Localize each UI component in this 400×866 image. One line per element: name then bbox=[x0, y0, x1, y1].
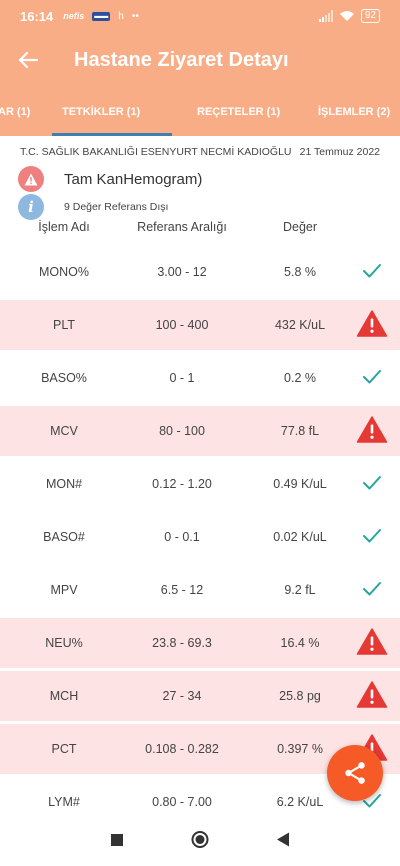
notification-icons: nefis ▬▬ h •• bbox=[63, 11, 139, 22]
row-test-name: PLT bbox=[53, 318, 75, 332]
checkmark-icon bbox=[362, 581, 382, 600]
row-value: 25.8 pg bbox=[279, 689, 321, 703]
row-value: 16.4 % bbox=[280, 636, 320, 650]
table-row[interactable]: MONO% 3.00 - 12 5.8 % bbox=[0, 247, 400, 297]
status-right: 92 bbox=[318, 9, 380, 23]
row-test-name: MON# bbox=[45, 477, 83, 491]
row-test-name: MONO% bbox=[39, 265, 89, 279]
table-header: İşlem Adı Referans Aralığı Değer bbox=[0, 216, 400, 242]
column-name-header: İşlem Adı bbox=[38, 220, 90, 234]
row-test-name: NEU% bbox=[45, 636, 83, 650]
table-row[interactable]: MCH 27 - 34 25.8 pg bbox=[0, 671, 400, 721]
row-reference-range: 100 - 400 bbox=[155, 318, 209, 332]
row-value: 77.8 fL bbox=[280, 424, 320, 438]
tab-indicator bbox=[52, 133, 172, 136]
share-button[interactable] bbox=[327, 745, 383, 801]
table-row[interactable]: PLT 100 - 400 432 K/uL bbox=[0, 300, 400, 350]
checkmark-icon bbox=[362, 475, 382, 494]
h-icon: h bbox=[118, 10, 124, 22]
tab-tetkikler[interactable]: TETKİKLER (1) bbox=[62, 88, 140, 136]
row-test-name: MPV bbox=[50, 583, 78, 597]
row-test-name: BASO# bbox=[43, 530, 85, 544]
tab-islemler[interactable]: İŞLEMLER (2) bbox=[318, 88, 390, 136]
back-button[interactable] bbox=[0, 32, 56, 88]
test-line: Tam KanHemogram) bbox=[18, 166, 202, 192]
tab-label: TETKİKLER (1) bbox=[62, 106, 141, 118]
row-test-name: PCT bbox=[51, 742, 77, 756]
row-reference-range: 23.8 - 69.3 bbox=[152, 636, 212, 650]
table-row[interactable]: BASO% 0 - 1 0.2 % bbox=[0, 353, 400, 403]
table-row[interactable]: BASO# 0 - 0.1 0.02 K/uL bbox=[0, 512, 400, 562]
row-reference-range: 3.00 - 12 bbox=[157, 265, 207, 279]
status-bar: 16:14 nefis ▬▬ h •• 92 bbox=[0, 0, 400, 32]
alert-triangle-icon bbox=[356, 681, 388, 712]
row-reference-range: 0.108 - 0.282 bbox=[145, 742, 219, 756]
nefis-icon: nefis bbox=[63, 11, 85, 21]
status-time: 16:14 bbox=[20, 8, 54, 24]
row-test-name: MCH bbox=[49, 689, 79, 703]
row-value: 0.02 K/uL bbox=[273, 530, 327, 544]
column-value-header: Değer bbox=[282, 220, 318, 234]
square-icon bbox=[111, 834, 123, 846]
row-reference-range: 80 - 100 bbox=[159, 424, 205, 438]
battery-icon: 92 bbox=[360, 9, 380, 23]
row-test-name: LYM# bbox=[48, 795, 80, 809]
checkmark-icon bbox=[362, 528, 382, 547]
row-reference-range: 0 - 1 bbox=[169, 371, 195, 385]
tab-label: AR (1) bbox=[0, 106, 31, 118]
row-reference-range: 27 - 34 bbox=[162, 689, 202, 703]
row-reference-range: 6.5 - 12 bbox=[160, 583, 204, 597]
checkmark-icon bbox=[362, 263, 382, 282]
home-button[interactable] bbox=[191, 831, 209, 854]
row-test-name: MCV bbox=[50, 424, 78, 438]
row-value: 5.8 % bbox=[284, 265, 316, 279]
tab-partial[interactable]: AR (1) bbox=[0, 88, 30, 136]
table-row[interactable]: MON# 0.12 - 1.20 0.49 K/uL bbox=[0, 459, 400, 509]
arrow-back-icon bbox=[18, 51, 38, 69]
row-value: 6.2 K/uL bbox=[276, 795, 324, 809]
out-of-range-count: 9 Değer Referans Dışı bbox=[64, 201, 169, 213]
alert-triangle-icon bbox=[356, 628, 388, 659]
more-notifications-icon: •• bbox=[131, 10, 139, 22]
row-reference-range: 0.12 - 1.20 bbox=[152, 477, 212, 491]
row-value: 0.397 % bbox=[277, 742, 323, 756]
signal-icon bbox=[318, 10, 333, 22]
back-nav-button[interactable] bbox=[277, 832, 289, 852]
app-badge-icon: ▬▬ bbox=[92, 11, 111, 21]
tab-label: REÇETELER (1) bbox=[197, 106, 281, 118]
row-reference-range: 0 - 0.1 bbox=[164, 530, 200, 544]
row-value: 9.2 fL bbox=[284, 583, 316, 597]
visit-date: 21 Temmuz 2022 bbox=[299, 146, 380, 158]
row-test-name: BASO% bbox=[41, 371, 87, 385]
row-value: 0.49 K/uL bbox=[273, 477, 327, 491]
share-icon bbox=[345, 762, 365, 784]
row-value: 432 K/uL bbox=[274, 318, 326, 332]
tab-label: İŞLEMLER (2) bbox=[318, 106, 391, 118]
table-row[interactable]: MCV 80 - 100 77.8 fL bbox=[0, 406, 400, 456]
row-value: 0.2 % bbox=[284, 371, 316, 385]
system-nav-bar bbox=[0, 818, 400, 866]
page-title: Hastane Ziyaret Detayı bbox=[74, 48, 289, 71]
alert-triangle-icon bbox=[356, 310, 388, 341]
table-row[interactable]: NEU% 23.8 - 69.3 16.4 % bbox=[0, 618, 400, 668]
warning-icon bbox=[18, 166, 44, 192]
recents-button[interactable] bbox=[111, 833, 123, 851]
hospital-name: T.C. SAĞLIK BAKANLIĞI ESENYURT NECMİ KAD… bbox=[20, 146, 292, 158]
triangle-back-icon bbox=[277, 832, 289, 847]
row-reference-range: 0.80 - 7.00 bbox=[152, 795, 212, 809]
hospital-line: T.C. SAĞLIK BAKANLIĞI ESENYURT NECMİ KAD… bbox=[20, 146, 380, 158]
alert-triangle-icon bbox=[356, 416, 388, 447]
tab-receteler[interactable]: REÇETELER (1) bbox=[197, 88, 280, 136]
checkmark-icon bbox=[362, 369, 382, 388]
table-row[interactable]: MPV 6.5 - 12 9.2 fL bbox=[0, 565, 400, 615]
circle-icon bbox=[191, 831, 209, 848]
wifi-icon bbox=[339, 11, 354, 21]
column-range-header: Referans Aralığı bbox=[137, 220, 227, 234]
test-name: Tam KanHemogram) bbox=[64, 170, 203, 188]
app-bar: Hastane Ziyaret Detayı bbox=[0, 32, 400, 88]
tab-bar: AR (1) TETKİKLER (1) REÇETELER (1) İŞLEM… bbox=[0, 88, 400, 136]
